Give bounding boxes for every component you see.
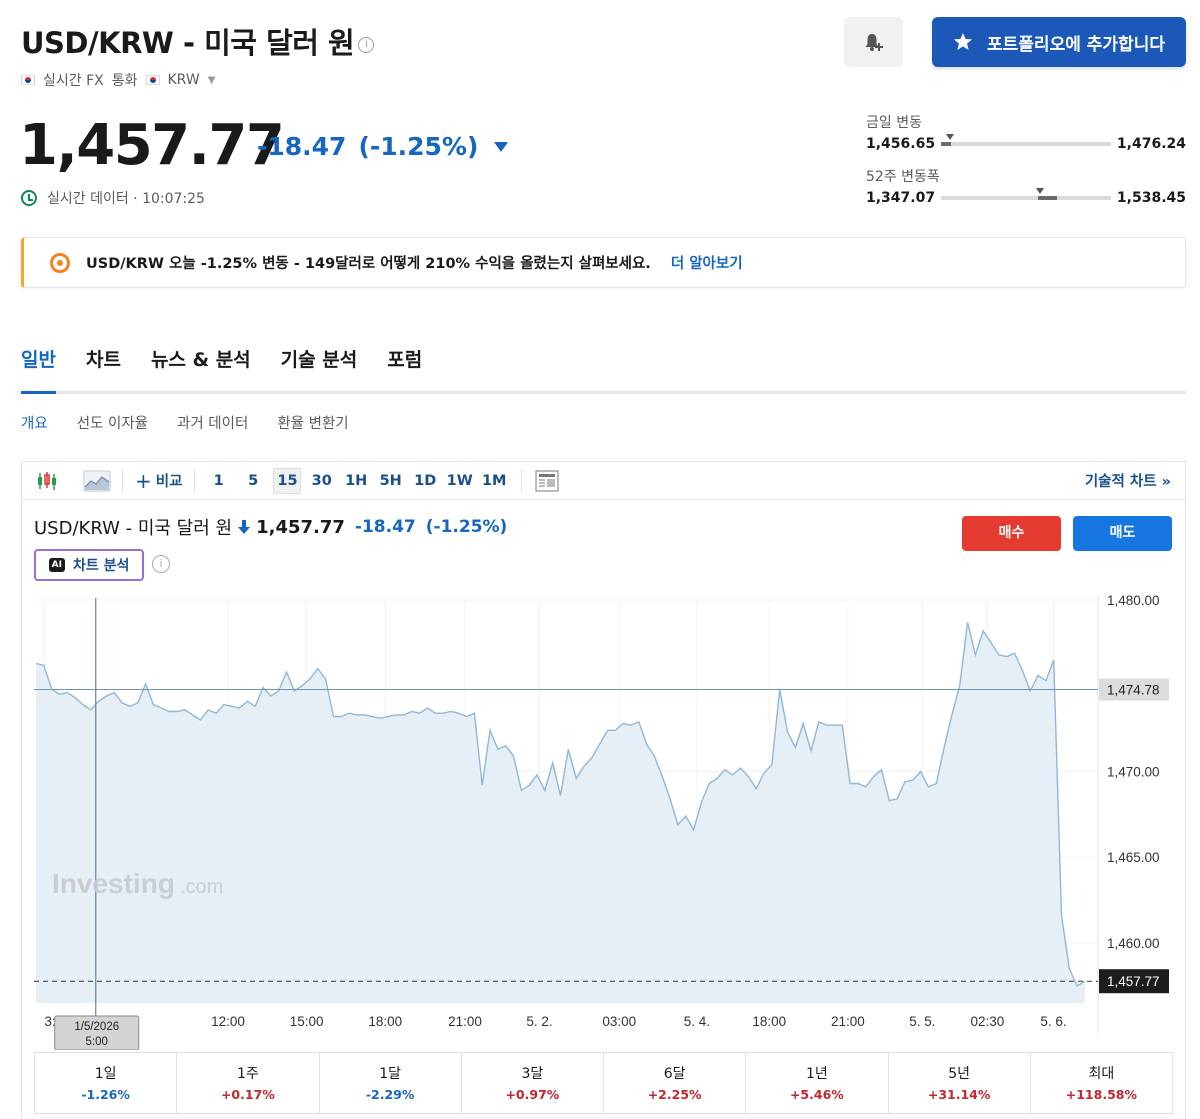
performance-period: 1년 [805,1066,828,1082]
performance-value: +118.58% [1065,1087,1137,1102]
x-tick-label: 5. 4. [684,1014,710,1029]
reference-price-label: 1,474.78 [1107,683,1160,698]
x-tick-label: 03:00 [602,1014,636,1029]
price-chart[interactable]: Investing .com 1,480.001,470.001,465.001… [0,0,1200,1050]
last-price-label: 1,457.77 [1107,974,1160,989]
y-axis: 1,480.00 1,470.00 1,465.00 1,460.00 [1107,593,1160,951]
performance-value: +2.25% [647,1087,702,1102]
x-tick-label: 18:00 [752,1014,786,1029]
x-axis: 3:0 12:00 15:00 18:00 21:00 5. 2. 03:00 5. 4. 18… [44,1014,1067,1050]
x-tick-label: 02:30 [971,1014,1005,1029]
performance-cell[interactable]: 3달 +0.97% [462,1053,604,1113]
y-tick-label: 1,480.00 [1107,593,1160,608]
x-tick-label: 15:00 [290,1014,324,1029]
performance-period: 6달 [663,1066,686,1082]
x-tick-label: 18:00 [368,1014,402,1029]
y-tick-label: 1,465.00 [1107,850,1160,865]
price-area-fill [36,622,1085,1003]
performance-period: 3달 [521,1066,544,1082]
performance-row: 1일 -1.26% 1주 +0.17% 1달 -2.29% 3달 +0.97% 6달 +2.25%… [34,1052,1173,1114]
performance-period: 1주 [236,1066,259,1082]
performance-value: +31.14% [927,1087,991,1102]
investing-watermark-suffix: .com [180,876,223,898]
performance-period: 1달 [379,1066,402,1082]
x-tick-label: 21:00 [448,1014,482,1029]
performance-cell[interactable]: 1년 +5.46% [746,1053,889,1113]
investing-watermark: Investing [52,868,175,899]
performance-cell[interactable]: 1주 +0.17% [177,1053,320,1113]
y-tick-label: 1,460.00 [1107,936,1160,951]
performance-value: +0.97% [505,1087,560,1102]
performance-cell[interactable]: 1달 -2.29% [320,1053,462,1113]
performance-value: +5.46% [789,1087,844,1102]
x-tick-label: 5. 5. [909,1014,935,1029]
performance-cell[interactable]: 5년 +31.14% [889,1053,1031,1113]
x-tick-label: 5. 6. [1040,1014,1066,1029]
performance-value: +0.17% [220,1087,275,1102]
performance-value: -2.29% [365,1087,415,1102]
performance-period: 1일 [94,1066,117,1082]
crosshair-date: 1/5/2026 [74,1021,119,1033]
performance-value: -1.26% [81,1087,130,1102]
performance-cell[interactable]: 6달 +2.25% [604,1053,747,1113]
performance-period: 5년 [948,1066,971,1082]
x-tick-label: 5. 2. [526,1014,552,1029]
y-tick-label: 1,470.00 [1107,764,1160,779]
performance-cell[interactable]: 최대 +118.58% [1031,1053,1172,1113]
crosshair-time: 5:00 [86,1036,108,1048]
performance-period: 최대 [1088,1066,1115,1082]
performance-cell[interactable]: 1일 -1.26% [35,1053,178,1113]
x-tick-label: 12:00 [211,1014,245,1029]
x-tick-label: 21:00 [831,1014,865,1029]
